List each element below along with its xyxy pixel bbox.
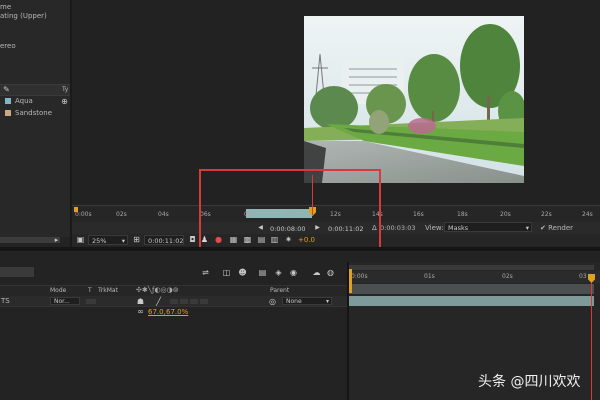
parent-select[interactable]: None ▾ (282, 297, 332, 305)
ruler-label: 20s (500, 211, 511, 218)
project-item-sandstone[interactable]: Sandstone (5, 109, 52, 117)
constrain-proportions-icon[interactable]: ∞ (136, 307, 145, 316)
trkmat-column-header[interactable]: TrkMat (98, 287, 118, 294)
highlight-box (199, 169, 381, 255)
scale-y-value[interactable]: 67.0% (166, 308, 188, 316)
chevron-down-icon: ▾ (325, 298, 329, 305)
hide-shy-layers-icon[interactable]: ☻ (238, 268, 247, 277)
layer-track-bar[interactable] (349, 296, 594, 306)
project-type-column-tab[interactable]: Ty (62, 86, 68, 93)
duration-value: 0:00:03:03 (380, 224, 416, 232)
layer-name[interactable]: TS (1, 297, 10, 305)
timeline-work-area[interactable] (349, 265, 594, 270)
composition-frame[interactable] (304, 16, 524, 183)
layer-mode-value: Nor... (54, 298, 70, 305)
tag-icon[interactable]: ✎ (2, 85, 11, 94)
current-time-display[interactable]: 0:00:11:02 (144, 235, 184, 245)
scale-x-value[interactable]: 67.0, (148, 308, 166, 316)
chevron-down-icon: ▾ (525, 224, 529, 232)
graph-editor-icon[interactable]: ☁ (312, 268, 321, 277)
mode-column-header[interactable]: Mode (50, 287, 66, 294)
scroll-right-icon[interactable]: ▸ (52, 235, 61, 244)
switch-boxes[interactable] (170, 299, 210, 304)
layer-mode-select[interactable]: Nor... (50, 297, 80, 305)
snapshot-icon[interactable]: ◘ (188, 235, 197, 244)
grid-toggle-icon[interactable]: ▣ (76, 235, 85, 244)
current-timecode: 0:00:11:02 (148, 237, 184, 245)
composition-image (304, 16, 524, 183)
view-select[interactable]: Masks ▾ (444, 222, 532, 232)
project-item-aqua[interactable]: Aqua (5, 97, 33, 105)
timeline-start-marker (349, 269, 352, 293)
render-checkbox[interactable]: ✔ Render (540, 224, 573, 232)
parent-column-header[interactable]: Parent (270, 287, 289, 294)
switches-column-header: ✣✱╲ƒ◐◎◑⊚ (136, 286, 179, 294)
label-color-swatch (5, 98, 11, 104)
comp-mini-flowchart-icon[interactable]: ⇌ (201, 268, 210, 277)
timeline-ruler-label: 02s (502, 273, 513, 280)
parent-value: None (286, 298, 302, 305)
project-item-label: Aqua (15, 97, 33, 105)
timeline-ruler-label: 01s (424, 273, 435, 280)
chevron-down-icon: ▾ (121, 237, 125, 245)
project-info-line: ereo (0, 42, 16, 50)
checkmark-icon: ✔ (540, 224, 546, 232)
brainstorm-icon[interactable]: ◉ (289, 268, 298, 277)
ruler-label: 18s (457, 211, 468, 218)
view-label: View: (425, 224, 444, 232)
quality-icon[interactable]: ╱ (154, 297, 163, 306)
project-panel (0, 0, 70, 237)
project-scrollbar[interactable] (0, 237, 60, 243)
safe-margins-icon[interactable]: ⊞ (132, 235, 141, 244)
view-select-value: Masks (448, 224, 469, 232)
auto-keyframe-icon[interactable]: ◍ (326, 268, 335, 277)
project-info-line: me (0, 3, 12, 11)
project-info-line: ating (Upper) (0, 12, 47, 20)
parent-pick-whip-icon[interactable]: ◎ (268, 297, 277, 306)
timeline-ruler[interactable] (349, 271, 600, 283)
motion-blur-icon[interactable]: ◈ (274, 268, 283, 277)
t-column-header[interactable]: T (88, 287, 92, 294)
project-item-label: Sandstone (15, 109, 53, 117)
render-label: Render (548, 224, 574, 232)
magnification-select[interactable]: 25% ▾ (88, 235, 128, 245)
ruler-label: 22s (541, 211, 552, 218)
label-color-swatch (5, 110, 11, 116)
ruler-label: 02s (116, 211, 127, 218)
keyframe-icon[interactable]: I (587, 307, 596, 316)
timeline-search-field[interactable] (0, 267, 34, 277)
ruler-label: 24s (582, 211, 593, 218)
frame-blending-icon[interactable]: ▤ (258, 268, 267, 277)
timeline-ruler-label: 03 (579, 273, 587, 280)
ruler-label: 16s (413, 211, 424, 218)
ruler-label: 04s (158, 211, 169, 218)
magnification-value: 25% (92, 237, 107, 245)
timeline-ruler-label: 0:00s (351, 273, 368, 280)
ruler-label: 0:00s (75, 211, 92, 218)
hierarchy-icon: ⊕ (61, 97, 68, 106)
watermark: 头条 @四川欢欢 (478, 374, 581, 390)
draft-3d-icon[interactable]: ◫ (222, 268, 231, 277)
layer-duration-bar[interactable] (349, 284, 594, 294)
trkmat-select[interactable] (86, 299, 96, 304)
timeline-playhead-line (591, 283, 592, 400)
collapse-transform-icon[interactable]: ☗ (136, 297, 145, 306)
3d-layer-icon[interactable]: ⊚ (173, 286, 179, 294)
